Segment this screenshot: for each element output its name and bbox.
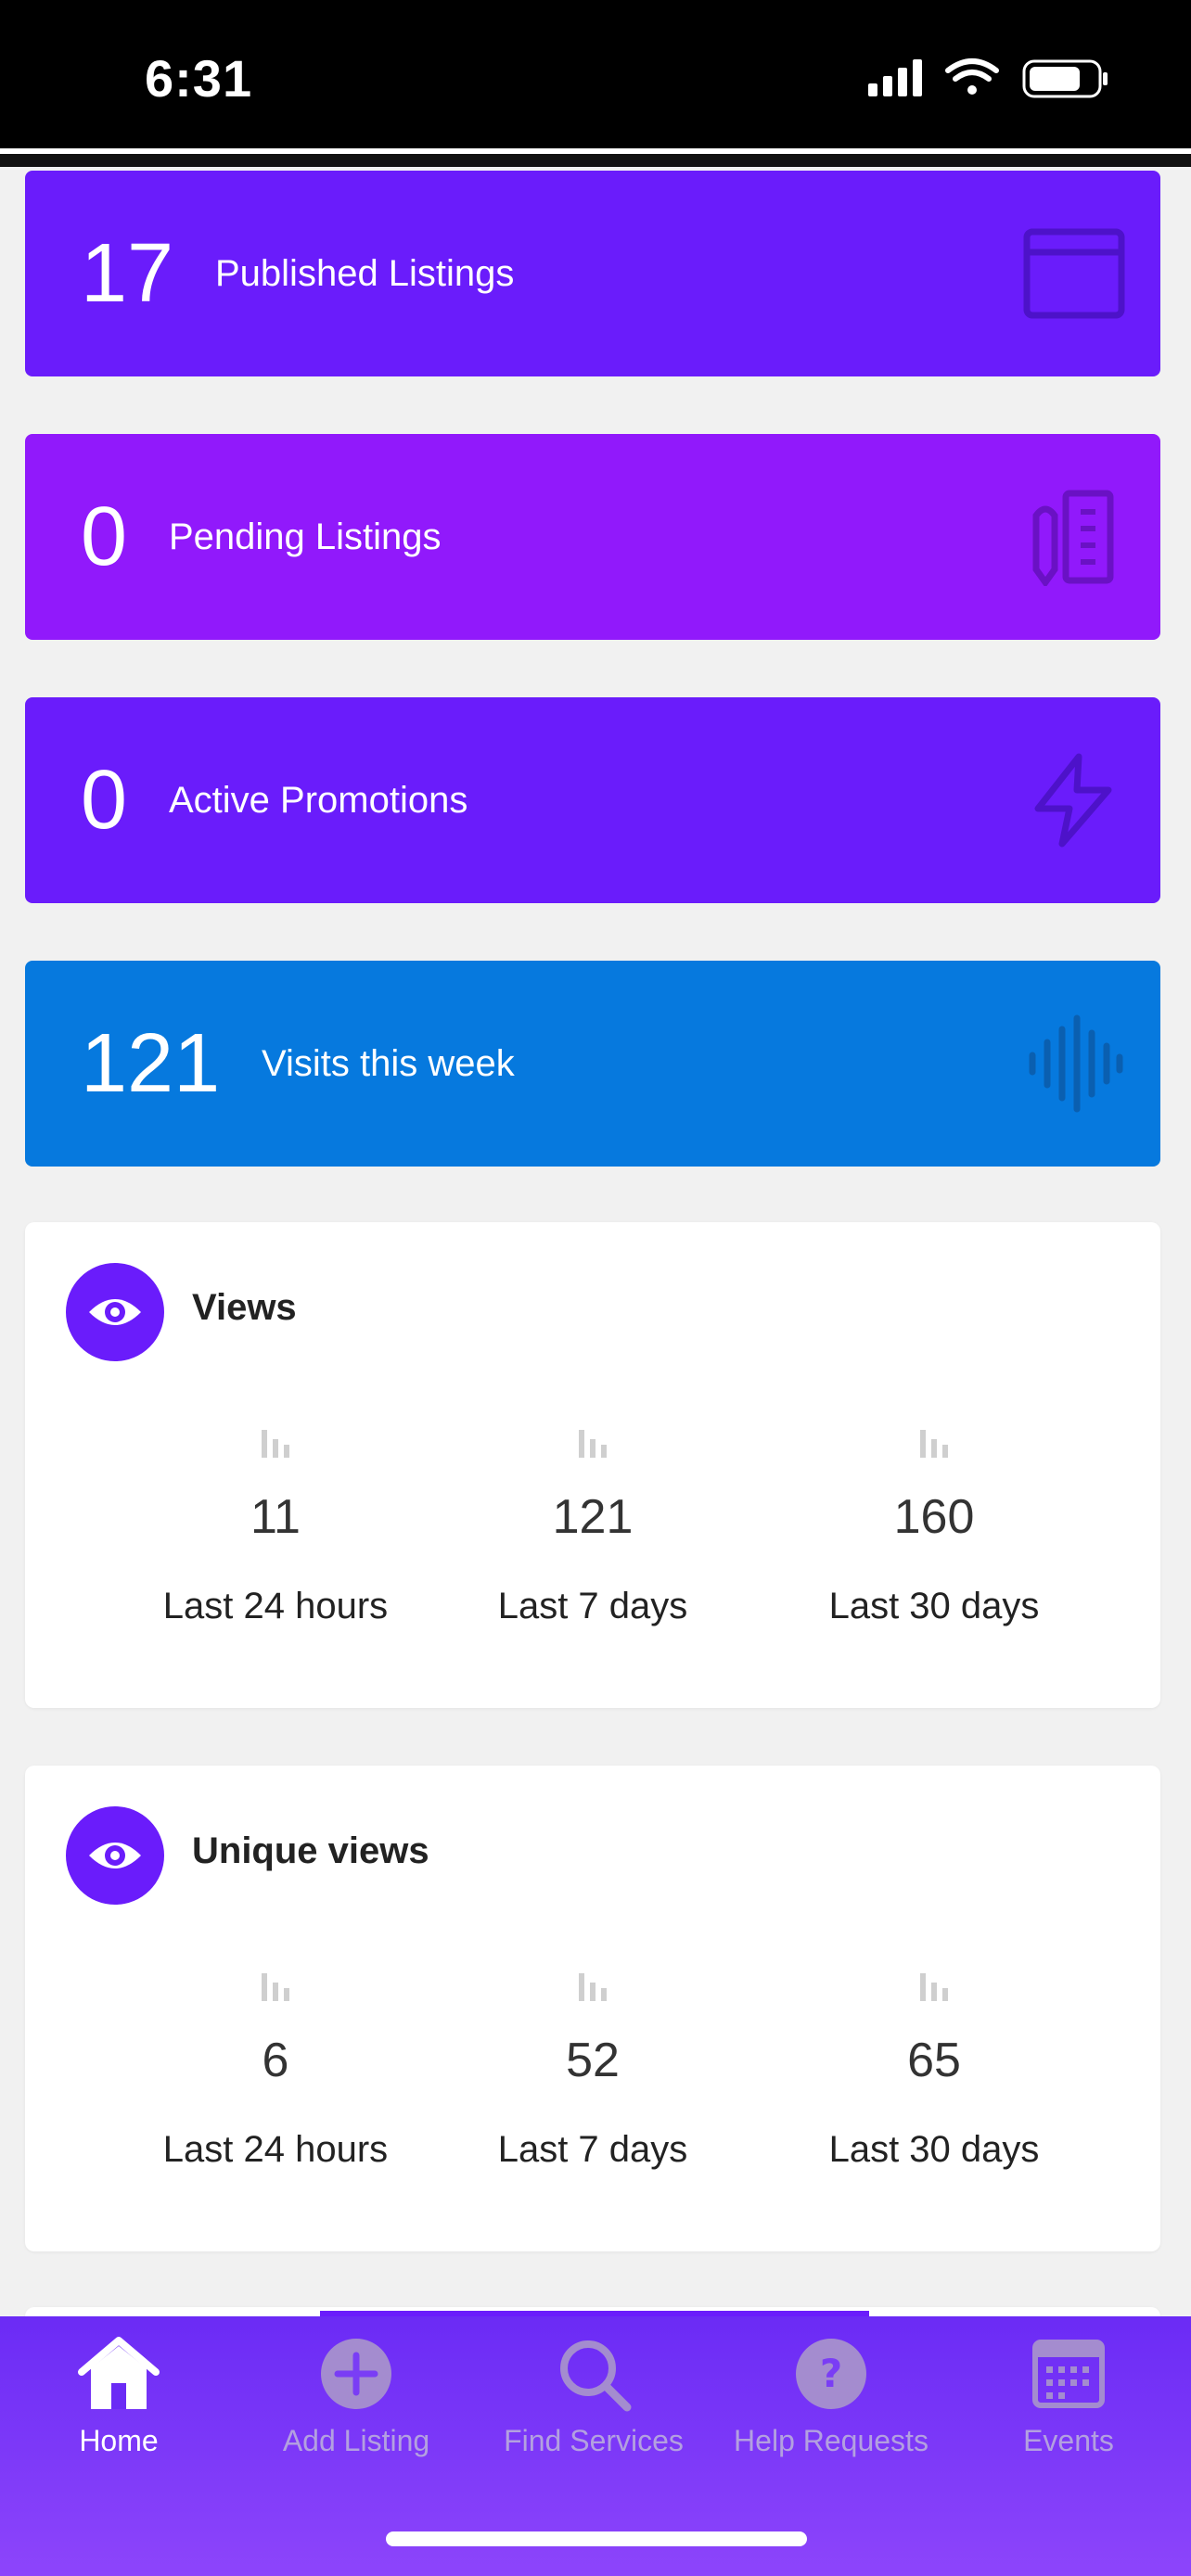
bar-chart-icon [579, 1973, 607, 2001]
tab-help-requests-label: Help Requests [734, 2424, 928, 2457]
tab-add-listing[interactable]: Add Listing [237, 2335, 475, 2458]
unique-views-24h-label: Last 24 hours [162, 2129, 389, 2170]
views-panel: Views 11 Last 24 hours 121 Last 7 days 1… [25, 1222, 1160, 1708]
published-listings-label: Published Listings [215, 253, 515, 294]
views-7d-value: 121 [552, 1490, 634, 1544]
bar-chart-icon [579, 1430, 607, 1458]
views-24h-label: Last 24 hours [162, 1586, 389, 1626]
unique-views-24h: 6 Last 24 hours [99, 1970, 452, 2171]
calendar-icon [1032, 2340, 1105, 2408]
unique-views-7d-value: 52 [566, 2034, 620, 2087]
bottom-tab-bar: Home Add Listing Find Services ? Help Re… [0, 2316, 1191, 2576]
battery-icon [1022, 59, 1108, 98]
views-24h-value: 11 [250, 1490, 301, 1544]
pending-listings-count: 0 [81, 491, 128, 583]
question-circle-icon: ? [796, 2339, 866, 2409]
tab-find-services[interactable]: Find Services [475, 2335, 712, 2458]
eye-icon [66, 1263, 164, 1361]
header-edge [0, 154, 1191, 167]
visits-this-week-count: 121 [81, 1017, 221, 1110]
status-bar: 6:31 [0, 0, 1191, 148]
plus-circle-icon [321, 2339, 391, 2409]
tab-find-services-label: Find Services [504, 2424, 684, 2457]
visits-this-week-label: Visits this week [262, 1043, 515, 1084]
published-listings-card[interactable]: 17 Published Listings [25, 171, 1160, 376]
views-7d-label: Last 7 days [497, 1586, 688, 1626]
cellular-signal-icon [868, 59, 922, 96]
views-title: Views [192, 1287, 297, 1328]
bar-chart-icon [920, 1430, 948, 1458]
views-24h: 11 Last 24 hours [99, 1426, 452, 1627]
visits-this-week-card[interactable]: 121 Visits this week [25, 961, 1160, 1167]
views-7d: 121 Last 7 days [416, 1426, 769, 1627]
lightning-icon [1034, 753, 1112, 848]
tab-home-label: Home [79, 2424, 159, 2457]
views-30d: 160 Last 30 days [758, 1426, 1110, 1627]
tab-add-listing-label: Add Listing [282, 2424, 430, 2457]
status-time: 6:31 [145, 49, 253, 108]
views-30d-label: Last 30 days [828, 1586, 1040, 1626]
unique-views-7d: 52 Last 7 days [416, 1970, 769, 2171]
bar-chart-icon [262, 1973, 289, 2001]
search-icon [560, 2340, 632, 2412]
unique-views-30d: 65 Last 30 days [758, 1970, 1110, 2171]
active-promotions-card[interactable]: 0 Active Promotions [25, 697, 1160, 903]
pencil-ruler-icon [1032, 490, 1114, 586]
unique-views-title: Unique views [192, 1830, 429, 1871]
pending-listings-label: Pending Listings [169, 516, 442, 557]
unique-views-24h-value: 6 [262, 2034, 289, 2087]
sound-wave-icon [1029, 1014, 1123, 1113]
unique-views-panel: Unique views 6 Last 24 hours 52 Last 7 d… [25, 1766, 1160, 2251]
unique-views-30d-value: 65 [907, 2034, 961, 2087]
status-icons [868, 58, 1108, 98]
home-icon [78, 2337, 160, 2409]
active-promotions-label: Active Promotions [169, 780, 468, 821]
tab-help-requests[interactable]: ? Help Requests [712, 2335, 950, 2458]
tab-events[interactable]: Events [950, 2335, 1187, 2458]
unique-views-7d-label: Last 7 days [497, 2129, 688, 2170]
wifi-icon [945, 58, 999, 95]
active-promotions-count: 0 [81, 754, 128, 847]
browser-window-icon [1023, 228, 1125, 319]
bar-chart-icon [920, 1973, 948, 2001]
tab-home[interactable]: Home [0, 2335, 237, 2458]
tab-events-label: Events [1023, 2424, 1114, 2457]
unique-views-30d-label: Last 30 days [828, 2129, 1040, 2170]
bar-chart-icon [262, 1430, 289, 1458]
published-listings-count: 17 [81, 227, 174, 320]
home-indicator[interactable] [386, 2531, 807, 2546]
svg-text:?: ? [820, 2351, 842, 2396]
pending-listings-card[interactable]: 0 Pending Listings [25, 434, 1160, 640]
views-30d-value: 160 [893, 1490, 975, 1544]
eye-icon [66, 1806, 164, 1905]
